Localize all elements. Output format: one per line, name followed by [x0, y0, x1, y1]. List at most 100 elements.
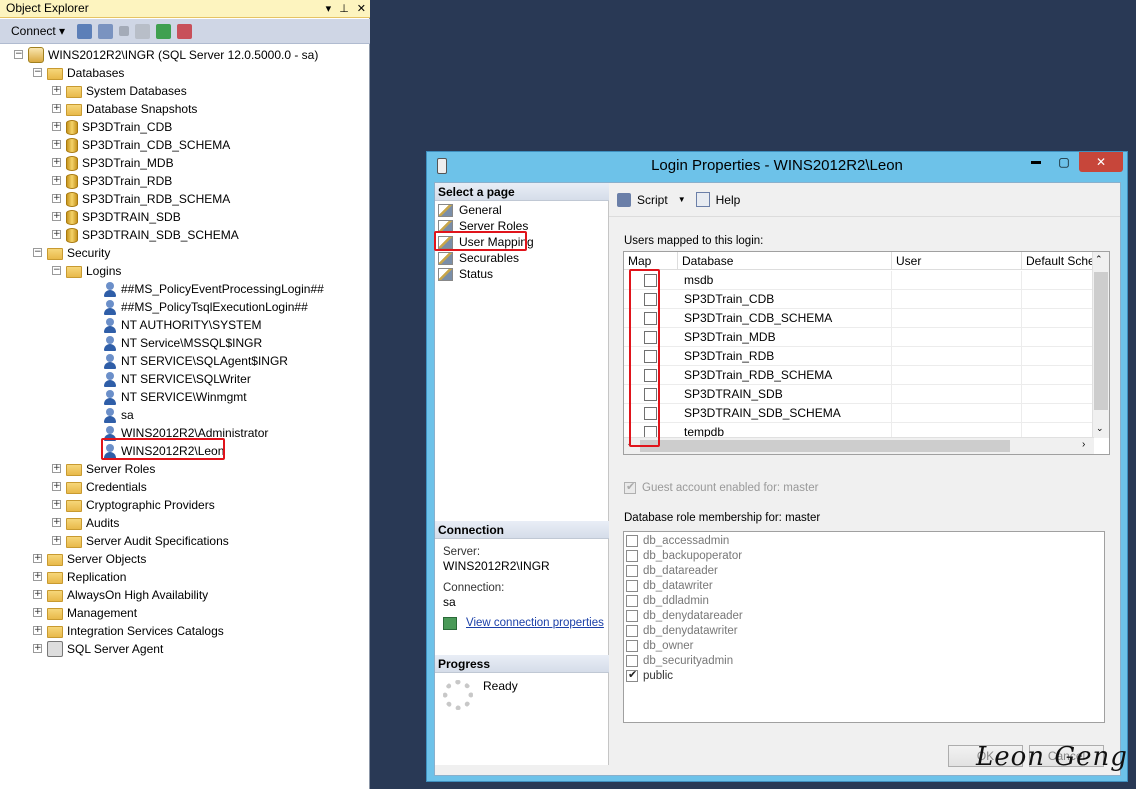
tree-node[interactable]: sa — [103, 406, 134, 424]
cell-database[interactable]: SP3DTRAIN_SDB_SCHEMA — [678, 404, 892, 423]
tree-node[interactable]: + Credentials — [52, 478, 147, 496]
cell-database[interactable]: SP3DTRAIN_SDB — [678, 385, 892, 404]
filter-icon[interactable] — [135, 23, 151, 39]
tree-node[interactable]: + SP3DTRAIN_SDB — [52, 208, 181, 226]
role-item[interactable]: ✔ public — [626, 668, 673, 683]
tree-node[interactable]: NT SERVICE\SQLAgent$INGR — [103, 352, 288, 370]
expand-icon[interactable]: + — [52, 482, 61, 491]
role-item[interactable]: db_denydatareader — [626, 608, 743, 623]
page-securables[interactable]: Securables — [438, 250, 519, 266]
grid-vertical-scrollbar[interactable]: ⌃ ⌄ — [1092, 252, 1109, 438]
cell-database[interactable]: msdb — [678, 271, 892, 290]
expand-icon[interactable]: + — [52, 158, 61, 167]
collapse-icon[interactable]: − — [33, 68, 42, 77]
role-checkbox[interactable] — [626, 534, 638, 547]
maximize-button[interactable]: ▢ — [1051, 152, 1077, 172]
scroll-up-icon[interactable]: ⌃ — [1095, 254, 1103, 265]
tree-node[interactable]: + SP3DTrain_MDB — [52, 154, 174, 172]
expand-icon[interactable]: + — [52, 464, 61, 473]
grid-horizontal-scrollbar[interactable]: ‹ › — [624, 437, 1094, 454]
tree-node[interactable]: − Security — [33, 244, 110, 262]
tree-node[interactable]: + SP3DTrain_RDB — [52, 172, 172, 190]
tree-node[interactable]: NT Service\MSSQL$INGR — [103, 334, 262, 352]
collapse-icon[interactable]: − — [14, 50, 23, 59]
cell-database[interactable]: SP3DTrain_RDB_SCHEMA — [678, 366, 892, 385]
role-checkbox[interactable] — [626, 564, 638, 577]
refresh-icon[interactable] — [156, 23, 172, 39]
tree-node[interactable]: ##MS_PolicyEventProcessingLogin## — [103, 280, 324, 298]
connect-server-icon[interactable] — [77, 23, 93, 39]
tree-node[interactable]: + Audits — [52, 514, 119, 532]
cell-schema[interactable] — [1022, 309, 1094, 328]
role-item[interactable]: db_datawriter — [626, 578, 713, 593]
scroll-thumb[interactable] — [1094, 272, 1108, 410]
tree-node[interactable]: + SP3DTrain_RDB_SCHEMA — [52, 190, 230, 208]
expand-icon[interactable]: + — [52, 518, 61, 527]
cell-schema[interactable] — [1022, 290, 1094, 309]
cell-schema[interactable] — [1022, 366, 1094, 385]
role-item[interactable]: db_denydatawriter — [626, 623, 738, 638]
expand-icon[interactable]: + — [52, 122, 61, 131]
tree-node[interactable]: NT SERVICE\Winmgmt — [103, 388, 247, 406]
table-row[interactable]: msdb — [624, 271, 1094, 290]
expand-icon[interactable]: + — [33, 590, 42, 599]
scroll-down-icon[interactable]: ⌄ — [1096, 423, 1104, 434]
expand-icon[interactable]: + — [52, 230, 61, 239]
role-item[interactable]: db_backupoperator — [626, 548, 742, 563]
role-checkbox[interactable] — [626, 579, 638, 592]
expand-icon[interactable]: + — [52, 104, 61, 113]
expand-icon[interactable]: + — [33, 644, 42, 653]
cell-schema[interactable] — [1022, 328, 1094, 347]
cell-user[interactable] — [892, 328, 1022, 347]
view-connection-properties-link[interactable]: View connection properties — [466, 617, 604, 629]
tree-node[interactable]: + Database Snapshots — [52, 100, 197, 118]
expand-icon[interactable]: + — [33, 572, 42, 581]
column-header-map[interactable]: Map — [624, 252, 678, 270]
role-checkbox[interactable] — [626, 594, 638, 607]
table-row[interactable]: SP3DTrain_RDB — [624, 347, 1094, 366]
tree-node[interactable]: + SP3DTRAIN_SDB_SCHEMA — [52, 226, 239, 244]
cell-user[interactable] — [892, 366, 1022, 385]
role-item[interactable]: db_datareader — [626, 563, 718, 578]
expand-icon[interactable]: + — [33, 554, 42, 563]
page-general[interactable]: General — [438, 202, 502, 218]
disconnect-icon[interactable] — [98, 23, 114, 39]
tree-node[interactable]: + System Databases — [52, 82, 187, 100]
expand-icon[interactable]: + — [52, 536, 61, 545]
tree-node[interactable]: NT SERVICE\SQLWriter — [103, 370, 251, 388]
cell-user[interactable] — [892, 271, 1022, 290]
expand-icon[interactable]: + — [52, 86, 61, 95]
expand-icon[interactable]: + — [33, 626, 42, 635]
table-row[interactable]: SP3DTRAIN_SDB — [624, 385, 1094, 404]
help-button[interactable]: Help — [716, 193, 741, 207]
tree-node[interactable]: + Management — [33, 604, 137, 622]
expand-icon[interactable]: + — [52, 176, 61, 185]
cell-schema[interactable] — [1022, 347, 1094, 366]
page-status[interactable]: Status — [438, 266, 493, 282]
scroll-right-icon[interactable]: › — [1082, 439, 1085, 450]
cell-user[interactable] — [892, 309, 1022, 328]
cell-database[interactable]: SP3DTrain_CDB — [678, 290, 892, 309]
script-button[interactable]: Script — [637, 193, 668, 207]
role-checkbox[interactable] — [626, 624, 638, 637]
cell-database[interactable]: SP3DTrain_CDB_SCHEMA — [678, 309, 892, 328]
hscroll-thumb[interactable] — [640, 440, 1010, 452]
role-checkbox[interactable]: ✔ — [626, 669, 638, 682]
role-item[interactable]: db_accessadmin — [626, 533, 729, 548]
role-checkbox[interactable] — [626, 654, 638, 667]
expand-icon[interactable]: + — [52, 140, 61, 149]
table-row[interactable]: SP3DTrain_MDB — [624, 328, 1094, 347]
cell-schema[interactable] — [1022, 271, 1094, 290]
dropdown-icon[interactable]: ▾ — [326, 1, 332, 18]
expand-icon[interactable]: + — [52, 500, 61, 509]
expand-icon[interactable]: + — [33, 608, 42, 617]
stop-icon[interactable] — [119, 26, 130, 36]
connect-button[interactable]: Connect ▾ — [11, 24, 65, 38]
column-header-user[interactable]: User — [892, 252, 1022, 270]
tree-node[interactable]: NT AUTHORITY\SYSTEM — [103, 316, 261, 334]
tree-node[interactable]: + Server Audit Specifications — [52, 532, 229, 550]
role-item[interactable]: db_securityadmin — [626, 653, 733, 668]
tree-node[interactable]: + Server Roles — [52, 460, 155, 478]
cell-user[interactable] — [892, 385, 1022, 404]
cell-database[interactable]: SP3DTrain_MDB — [678, 328, 892, 347]
